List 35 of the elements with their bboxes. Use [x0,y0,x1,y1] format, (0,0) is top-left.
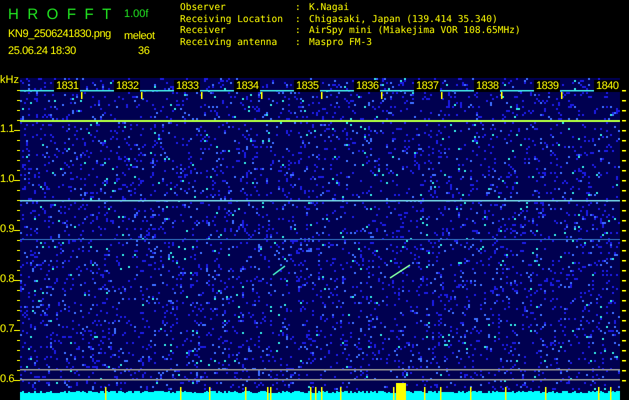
time-label: 1834 [234,80,260,92]
filename-label: KN9_2506241830.png [8,28,112,40]
time-label: 1840 [594,80,620,92]
info-separator: : [295,14,302,25]
info-separator: : [295,36,302,48]
info-label: Observer [180,2,227,14]
time-label: 1836 [354,80,380,92]
version-label: 1.00f [124,8,150,20]
axis-label: 0.8 [0,273,14,285]
datetime-label: 25.06.24 18:30 [8,45,77,57]
axis-label: 0.7 [0,323,14,335]
info-value: AirSpy mini (Miakejima VOR 108.65MHz) [309,25,521,36]
time-label: 1839 [534,80,560,92]
time-label: 1833 [174,80,200,92]
info-label: Receiving antenna [180,36,278,48]
time-label: 1837 [414,80,440,92]
axis-unit: kHz [0,74,19,86]
info-separator: : [295,25,302,36]
info-label: Receiving Location [180,14,284,25]
time-label: 1835 [294,80,320,92]
time-label: 1831 [54,80,80,92]
info-value: Maspro FM-3 [309,36,373,48]
time-label: 1838 [474,80,500,92]
info-separator: : [295,2,302,14]
info-label: Receiver [180,25,227,36]
meteor-label: meleot [124,29,156,42]
time-label: 1832 [114,80,140,92]
axis-label: 0.9 [0,223,14,235]
info-value: K.Nagai [309,2,350,14]
axis-label: 1.1 [0,123,14,135]
axis-label: 1.0 [0,173,14,185]
app-title: HROFFT [8,6,120,22]
info-value: Chigasaki, Japan (139.414 35.340) [309,14,499,25]
axis-label: 0.6 [0,373,14,385]
meteor-count: 36 [137,45,150,57]
